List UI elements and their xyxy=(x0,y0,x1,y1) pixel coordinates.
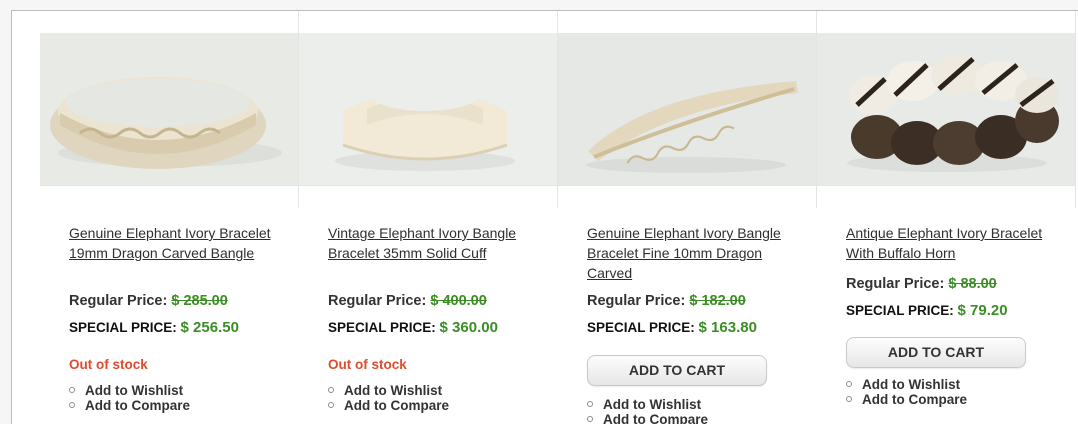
product-card: Genuine Elephant Ivory Bracelet 19mm Dra… xyxy=(40,11,299,424)
product-name-link[interactable]: Genuine Elephant Ivory Bracelet 19mm Dra… xyxy=(69,223,284,263)
add-to-wishlist-link[interactable]: Add to Wishlist xyxy=(587,397,708,412)
product-image[interactable] xyxy=(558,33,817,186)
add-to-wishlist-link[interactable]: Add to Wishlist xyxy=(69,383,190,398)
add-to-compare-link[interactable]: Add to Compare xyxy=(328,398,449,413)
bullet-icon xyxy=(587,416,593,423)
bullet-icon xyxy=(69,402,75,409)
product-grid: Genuine Elephant Ivory Bracelet 19mm Dra… xyxy=(11,10,1078,424)
product-actions: Add to Wishlist Add to Compare xyxy=(69,383,190,413)
stock-status: Out of stock xyxy=(328,357,407,372)
special-price-value: $ 163.80 xyxy=(698,319,757,336)
add-to-cart-button[interactable]: ADD TO CART xyxy=(846,337,1026,368)
regular-price: Regular Price: $ 285.00 xyxy=(69,293,228,309)
special-price: SPECIAL PRICE: $ 163.80 xyxy=(587,319,757,336)
product-card: Vintage Elephant Ivory Bangle Bracelet 3… xyxy=(299,11,558,424)
bullet-icon xyxy=(328,387,334,394)
add-to-compare-link[interactable]: Add to Compare xyxy=(587,412,708,424)
add-to-wishlist-link[interactable]: Add to Wishlist xyxy=(328,383,449,398)
special-price-value: $ 256.50 xyxy=(180,319,239,336)
stock-status: Out of stock xyxy=(69,357,148,372)
add-to-wishlist-link[interactable]: Add to Wishlist xyxy=(846,377,967,392)
product-actions: Add to Wishlist Add to Compare xyxy=(846,377,967,407)
regular-price-value: $ 285.00 xyxy=(171,293,228,309)
special-price: SPECIAL PRICE: $ 256.50 xyxy=(69,319,239,336)
regular-price: Regular Price: $ 182.00 xyxy=(587,293,746,309)
bullet-icon xyxy=(328,402,334,409)
add-to-cart-button[interactable]: ADD TO CART xyxy=(587,355,767,386)
product-image[interactable] xyxy=(40,33,299,186)
product-name-link[interactable]: Vintage Elephant Ivory Bangle Bracelet 3… xyxy=(328,223,543,263)
regular-price: Regular Price: $ 88.00 xyxy=(846,276,997,292)
bullet-icon xyxy=(69,387,75,394)
add-to-compare-link[interactable]: Add to Compare xyxy=(69,398,190,413)
product-image[interactable] xyxy=(299,33,558,186)
bullet-icon xyxy=(846,396,852,403)
special-price-value: $ 360.00 xyxy=(439,319,498,336)
regular-price: Regular Price: $ 400.00 xyxy=(328,293,487,309)
regular-price-value: $ 88.00 xyxy=(948,276,997,292)
product-name-link[interactable]: Genuine Elephant Ivory Bangle Bracelet F… xyxy=(587,223,802,283)
regular-price-value: $ 182.00 xyxy=(689,293,746,309)
special-price-value: $ 79.20 xyxy=(957,302,1008,319)
special-price: SPECIAL PRICE: $ 79.20 xyxy=(846,302,1008,319)
regular-price-value: $ 400.00 xyxy=(430,293,487,309)
product-name-link[interactable]: Antique Elephant Ivory Bracelet With Buf… xyxy=(846,223,1061,263)
product-card: Genuine Elephant Ivory Bangle Bracelet F… xyxy=(558,11,817,424)
add-to-compare-link[interactable]: Add to Compare xyxy=(846,392,967,407)
special-price: SPECIAL PRICE: $ 360.00 xyxy=(328,319,498,336)
product-actions: Add to Wishlist Add to Compare xyxy=(587,397,708,424)
bullet-icon xyxy=(587,401,593,408)
product-card: Antique Elephant Ivory Bracelet With Buf… xyxy=(817,11,1076,424)
bullet-icon xyxy=(846,381,852,388)
product-image[interactable] xyxy=(817,33,1076,186)
product-actions: Add to Wishlist Add to Compare xyxy=(328,383,449,413)
